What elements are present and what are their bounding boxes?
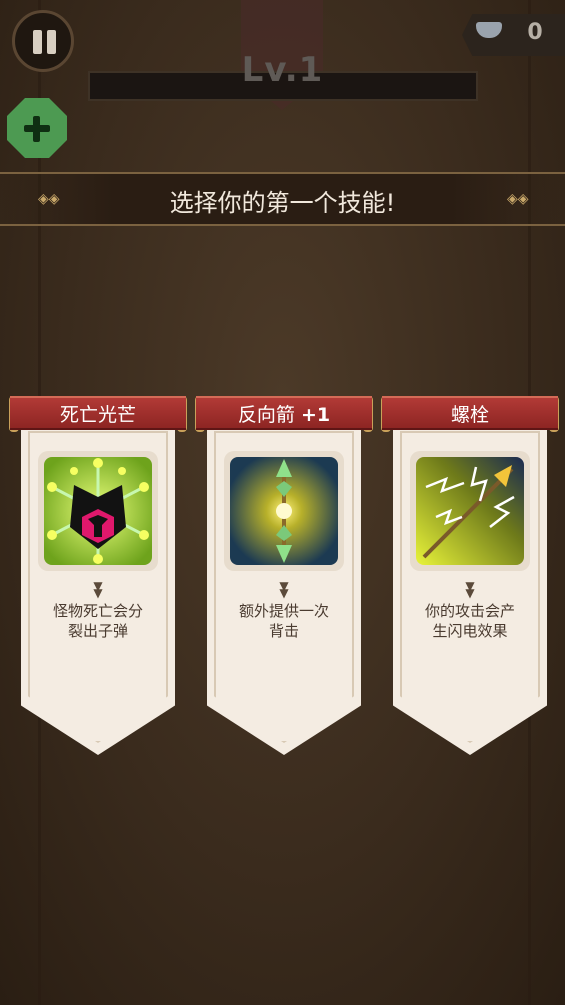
lightning-bolt-icon	[416, 457, 524, 565]
chevron-down-icon: ▼ ▼	[465, 579, 475, 600]
skill-name: 螺栓	[450, 404, 489, 426]
level-label: Lv.1	[241, 50, 324, 90]
page-title: 选择你的第一个技能!	[169, 189, 396, 217]
skill-name: 死亡光芒	[59, 404, 136, 426]
add-button[interactable]	[7, 98, 67, 158]
skill-description: 你的攻击会产 生闪电效果	[424, 602, 515, 640]
skill-description: 怪物死亡会分 裂出子弹	[52, 602, 143, 640]
skill-bonus: +1	[300, 404, 331, 426]
chevron-down-icon: ▼ ▼	[279, 579, 289, 600]
death-ray-icon	[44, 457, 152, 565]
currency-value: 0	[527, 20, 543, 45]
skill-name: 反向箭 +1	[237, 404, 331, 426]
skill-description: 额外提供一次 背击	[238, 602, 329, 640]
chevron-down-icon: ▼ ▼	[93, 579, 103, 600]
rear-arrow-icon	[230, 457, 338, 565]
